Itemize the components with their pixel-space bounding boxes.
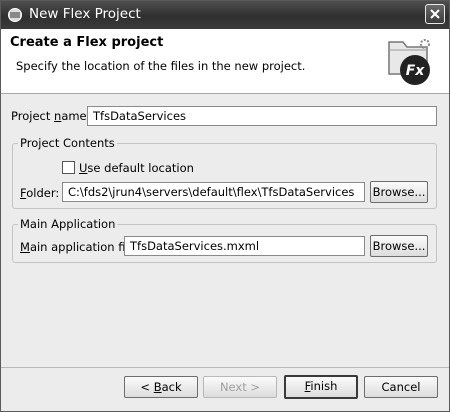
close-button[interactable] xyxy=(425,4,445,24)
eclipse-app-icon xyxy=(8,8,22,22)
project-name-input[interactable]: TfsDataServices xyxy=(87,106,437,126)
main-application-browse-button[interactable]: Browse... xyxy=(370,235,428,257)
finish-button[interactable]: Finish xyxy=(284,375,358,399)
back-button[interactable]: < Back xyxy=(124,376,198,398)
new-flex-project-dialog: New Flex Project Create a Flex project S… xyxy=(0,0,450,412)
folder-browse-button[interactable]: Browse... xyxy=(370,181,428,203)
main-application-title: Main Application xyxy=(18,217,118,231)
main-application-file-input[interactable]: TfsDataServices.mxml xyxy=(124,236,365,256)
svg-text:Fx: Fx xyxy=(406,63,426,79)
close-icon xyxy=(430,9,440,19)
project-name-label: Project name: xyxy=(11,109,91,123)
next-button[interactable]: Next > xyxy=(203,376,277,398)
use-default-location-label[interactable]: Use default location xyxy=(79,161,194,175)
window-title: New Flex Project xyxy=(29,6,141,22)
folder-label: Folder: xyxy=(20,186,60,200)
title-bar[interactable]: New Flex Project xyxy=(1,1,449,29)
project-contents-title: Project Contents xyxy=(18,136,117,150)
flex-project-folder-icon: Fx xyxy=(388,39,430,85)
use-default-location-checkbox[interactable] xyxy=(62,161,75,174)
cancel-button[interactable]: Cancel xyxy=(364,376,438,398)
folder-input[interactable]: C:\fds2\jrun4\servers\default\flex\TfsDa… xyxy=(62,182,365,202)
footer-separator xyxy=(1,367,449,368)
page-description: Specify the location of the files in the… xyxy=(16,59,306,73)
page-title: Create a Flex project xyxy=(10,35,164,50)
wizard-header: Create a Flex project Specify the locati… xyxy=(1,29,449,94)
main-application-file-label: Main application file: xyxy=(20,240,140,254)
